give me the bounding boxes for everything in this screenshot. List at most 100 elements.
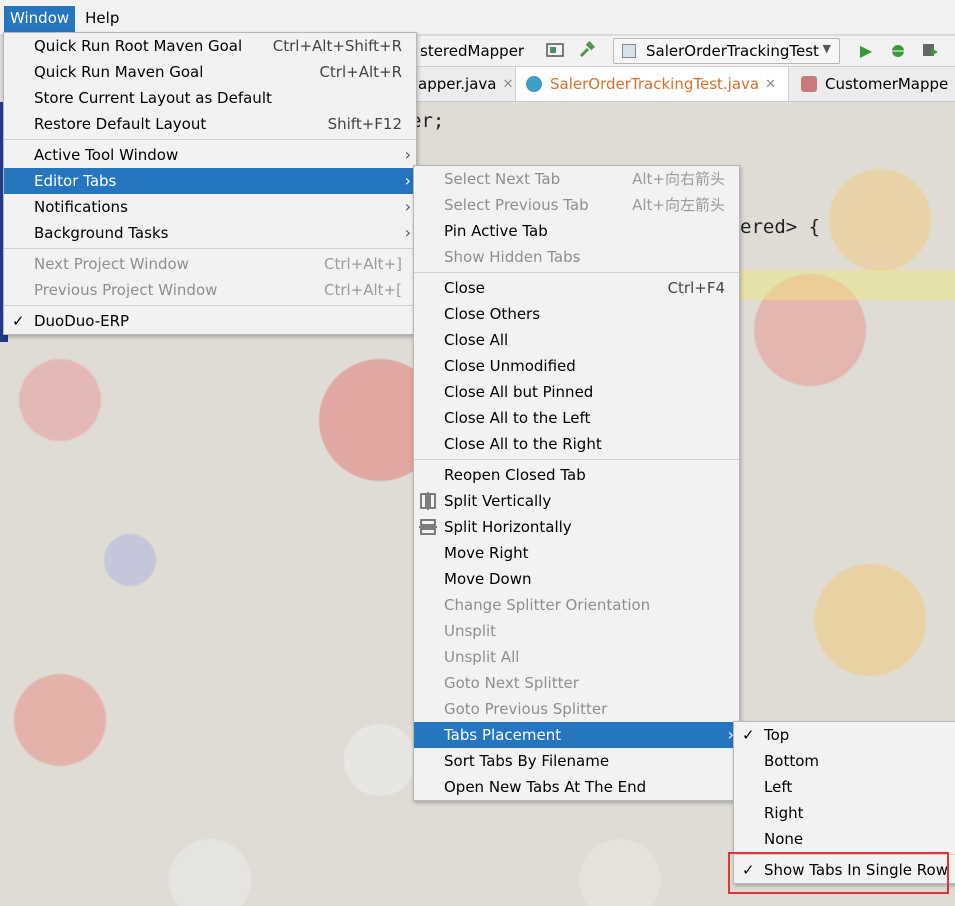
main-toolbar: steredMapper SalerOrderTrackingTest ▼ ▶: [410, 36, 955, 67]
menu-window[interactable]: Window: [4, 6, 76, 32]
close-icon[interactable]: ✕: [502, 77, 513, 92]
menu-item-quick-run-maven-goal[interactable]: Quick Run Maven Goal Ctrl+Alt+R: [4, 59, 416, 85]
menu-item-store-current-layout-as-default[interactable]: Store Current Layout as Default: [4, 85, 416, 111]
menu-item-bottom[interactable]: Bottom: [734, 748, 955, 774]
menu-item-label: Store Current Layout as Default: [34, 89, 272, 107]
menu-item-reopen-closed-tab[interactable]: Reopen Closed Tab: [414, 462, 739, 488]
menu-item-label: Select Next Tab: [444, 170, 561, 188]
run-configuration-select[interactable]: SalerOrderTrackingTest ▼: [613, 38, 840, 64]
menu-item-goto-previous-splitter[interactable]: Goto Previous Splitter: [414, 696, 739, 722]
window-menu: Quick Run Root Maven Goal Ctrl+Alt+Shift+…: [3, 32, 417, 335]
menu-item-quick-run-root-maven-goal[interactable]: Quick Run Root Maven Goal Ctrl+Alt+Shift+…: [4, 33, 416, 59]
menu-item-label: Goto Next Splitter: [444, 674, 579, 692]
menu-item-change-splitter-orientation[interactable]: Change Splitter Orientation: [414, 592, 739, 618]
menu-item-label: Close All but Pinned: [444, 383, 594, 401]
menu-separator: [414, 459, 739, 460]
menu-item-label: Unsplit: [444, 622, 497, 640]
menu-item-label: Move Down: [444, 570, 532, 588]
menu-item-move-right[interactable]: Move Right: [414, 540, 739, 566]
menu-item-label: Close: [444, 279, 485, 297]
checkmark-icon: ✓: [742, 726, 755, 744]
menu-item-close-others[interactable]: Close Others: [414, 301, 739, 327]
split-horizontal-icon: [419, 518, 437, 536]
menu-item-restore-default-layout[interactable]: Restore Default Layout Shift+F12: [4, 111, 416, 137]
chevron-down-icon: ▼: [822, 42, 831, 55]
menu-help[interactable]: Help: [79, 6, 125, 32]
menu-item-show-hidden-tabs[interactable]: Show Hidden Tabs: [414, 244, 739, 270]
menu-item-label: DuoDuo-ERP: [34, 312, 130, 330]
menu-item-sort-tabs-by-filename[interactable]: Sort Tabs By Filename: [414, 748, 739, 774]
menu-item-editor-tabs[interactable]: Editor Tabs ›: [4, 168, 416, 194]
close-icon[interactable]: ✕: [765, 77, 776, 92]
menu-item-right[interactable]: Right: [734, 800, 955, 826]
menu-item-split-vertically[interactable]: Split Vertically: [414, 488, 739, 514]
menu-separator: [414, 272, 739, 273]
layout-icon[interactable]: [545, 40, 565, 60]
editor-tabs-submenu: Select Next Tab Alt+向右箭头 Select Previous T…: [413, 165, 740, 801]
menu-item-label: Unsplit All: [444, 648, 520, 666]
chevron-right-icon: ›: [404, 171, 411, 190]
editor-tab-active[interactable]: SalerOrderTrackingTest.java ✕: [516, 67, 789, 101]
menu-item-shortcut: Alt+向左箭头: [632, 196, 725, 214]
menu-item-shortcut: Ctrl+F4: [667, 279, 725, 297]
menu-item-label: Bottom: [764, 752, 820, 770]
menu-item-background-tasks[interactable]: Background Tasks ›: [4, 220, 416, 246]
run-icon[interactable]: ▶: [856, 40, 876, 60]
menu-separator: [4, 248, 416, 249]
menu-item-close[interactable]: Close Ctrl+F4: [414, 275, 739, 301]
menu-item-shortcut: Alt+向右箭头: [632, 170, 725, 188]
menu-item-label: Right: [764, 804, 804, 822]
menu-item-label: Select Previous Tab: [444, 196, 589, 214]
menu-item-shortcut: Ctrl+Alt+R: [319, 63, 402, 81]
menu-separator: [4, 139, 416, 140]
menu-item-tabs-placement[interactable]: Tabs Placement ›: [414, 722, 739, 748]
tab-label: SalerOrderTrackingTest.java: [550, 75, 760, 93]
menu-item-none[interactable]: None: [734, 826, 955, 852]
run-config-icon: [622, 44, 636, 58]
debug-icon[interactable]: [888, 40, 908, 60]
menu-separator: [4, 305, 416, 306]
menu-item-top[interactable]: ✓ Top: [734, 722, 955, 748]
menu-item-label: Reopen Closed Tab: [444, 466, 586, 484]
menu-item-label: Split Vertically: [444, 492, 552, 510]
build-hammer-icon[interactable]: [577, 40, 597, 60]
menu-item-left[interactable]: Left: [734, 774, 955, 800]
menu-item-label: Show Hidden Tabs: [444, 248, 581, 266]
menu-window-label: Window: [10, 9, 70, 27]
editor-tab[interactable]: apper.java ✕: [410, 67, 516, 101]
menu-help-label: Help: [85, 9, 120, 27]
menu-item-label: Close All to the Right: [444, 435, 602, 453]
menu-item-label: Quick Run Maven Goal: [34, 63, 204, 81]
menu-item-duoduo-erp[interactable]: ✓ DuoDuo-ERP: [4, 308, 416, 334]
menu-item-goto-next-splitter[interactable]: Goto Next Splitter: [414, 670, 739, 696]
menu-item-label: Goto Previous Splitter: [444, 700, 608, 718]
menu-item-label: Left: [764, 778, 793, 796]
menu-item-close-all[interactable]: Close All: [414, 327, 739, 353]
run-with-coverage-icon[interactable]: [920, 40, 940, 60]
menu-item-label: Restore Default Layout: [34, 115, 207, 133]
menu-item-move-down[interactable]: Move Down: [414, 566, 739, 592]
menu-item-open-new-tabs-at-the-end[interactable]: Open New Tabs At The End: [414, 774, 739, 800]
menu-item-next-project-window[interactable]: Next Project Window Ctrl+Alt+]: [4, 251, 416, 277]
menu-item-label: Pin Active Tab: [444, 222, 548, 240]
menu-item-label: Active Tool Window: [34, 146, 179, 164]
menu-item-unsplit-all[interactable]: Unsplit All: [414, 644, 739, 670]
menu-item-close-unmodified[interactable]: Close Unmodified: [414, 353, 739, 379]
highlight-annotation-box: [728, 852, 949, 894]
menu-item-previous-project-window[interactable]: Previous Project Window Ctrl+Alt+[: [4, 277, 416, 303]
menu-item-unsplit[interactable]: Unsplit: [414, 618, 739, 644]
chevron-right-icon: ›: [404, 223, 411, 242]
menu-item-label: Quick Run Root Maven Goal: [34, 37, 243, 55]
menu-item-pin-active-tab[interactable]: Pin Active Tab: [414, 218, 739, 244]
menu-item-close-all-but-pinned[interactable]: Close All but Pinned: [414, 379, 739, 405]
menu-item-label: Sort Tabs By Filename: [444, 752, 610, 770]
menu-item-select-next-tab[interactable]: Select Next Tab Alt+向右箭头: [414, 166, 739, 192]
menu-item-close-all-to-the-left[interactable]: Close All to the Left: [414, 405, 739, 431]
editor-tab[interactable]: CustomerMappe: [789, 67, 955, 101]
menu-item-select-previous-tab[interactable]: Select Previous Tab Alt+向左箭头: [414, 192, 739, 218]
menu-item-active-tool-window[interactable]: Active Tool Window ›: [4, 142, 416, 168]
class-file-icon: [526, 76, 542, 92]
menu-item-notifications[interactable]: Notifications ›: [4, 194, 416, 220]
menu-item-close-all-to-the-right[interactable]: Close All to the Right: [414, 431, 739, 457]
menu-item-split-horizontally[interactable]: Split Horizontally: [414, 514, 739, 540]
